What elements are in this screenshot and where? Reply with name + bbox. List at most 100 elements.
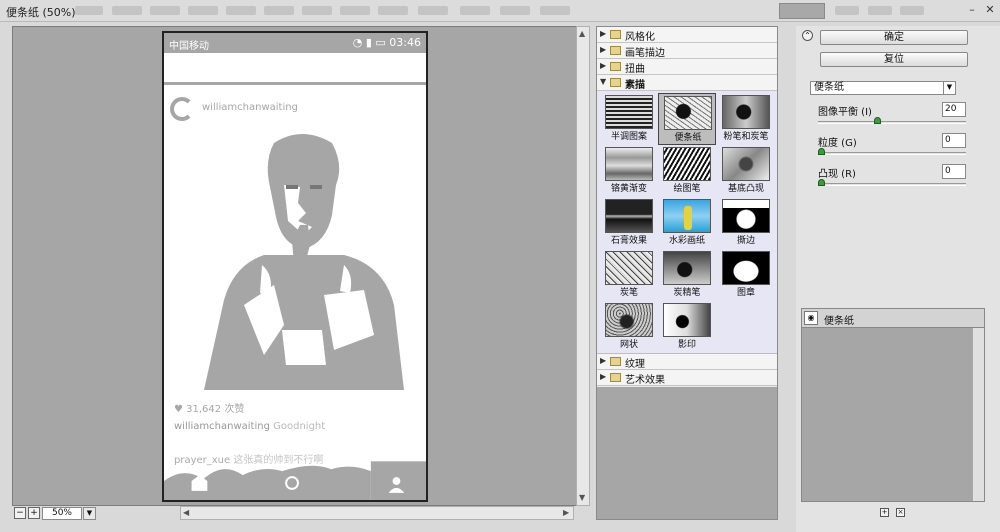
phone-status-bar: 中国移动 ◔ ▮ ▭ 03:46 bbox=[164, 33, 426, 53]
caption-text: Goodnight bbox=[273, 421, 326, 432]
post-caption: williamchanwaiting Goodnight bbox=[174, 421, 325, 432]
filter-charcoal[interactable]: 炭笔 bbox=[600, 249, 658, 301]
filter-torn-edges[interactable]: 撕边 bbox=[717, 197, 775, 249]
minimize-icon[interactable]: – bbox=[964, 2, 980, 18]
image-balance-slider-knob[interactable] bbox=[874, 117, 881, 124]
folder-icon bbox=[610, 46, 621, 55]
filter-thumbnail bbox=[605, 147, 653, 181]
effect-layers-panel: ◉ 便条纸 bbox=[801, 308, 985, 502]
app-top-bar bbox=[164, 53, 426, 85]
folder-icon bbox=[610, 373, 621, 382]
zoom-in-button[interactable]: + bbox=[28, 507, 40, 519]
filter-reticulation[interactable]: 网状 bbox=[600, 301, 658, 353]
filter-thumbnail bbox=[605, 199, 653, 233]
filter-note-paper[interactable]: 便条纸 bbox=[658, 93, 716, 145]
expand-arrow-icon: ▶ bbox=[600, 45, 607, 54]
filter-list-empty-area bbox=[597, 387, 777, 519]
filter-chalk-charcoal[interactable]: 粉笔和炭笔 bbox=[717, 93, 775, 145]
expand-arrow-icon: ▶ bbox=[600, 29, 607, 38]
filter-graphic-pen[interactable]: 绘图笔 bbox=[658, 145, 716, 197]
filter-thumbnail bbox=[663, 147, 711, 181]
preview-horizontal-scrollbar[interactable]: ◀ ▶ bbox=[180, 506, 574, 520]
zoom-dropdown-button[interactable]: ▼ bbox=[83, 507, 96, 520]
phone-preview-image: 中国移动 ◔ ▮ ▭ 03:46 williamchanwaiting ♥ 31… bbox=[162, 31, 428, 502]
scroll-down-icon[interactable]: ▼ bbox=[579, 493, 585, 502]
category-distort[interactable]: ▶ 扭曲 bbox=[597, 59, 777, 75]
expand-arrow-icon: ▶ bbox=[600, 372, 607, 381]
carrier-label: 中国移动 bbox=[169, 41, 209, 52]
category-sketch[interactable]: ▼ 素描 bbox=[597, 75, 777, 91]
phone-bottom-nav bbox=[164, 461, 426, 500]
filter-gallery: ▶ 风格化 ▶ 画笔描边 ▶ 扭曲 ▼ 素描 半调图案 便条纸 粉笔和炭笔 铬黄… bbox=[596, 26, 778, 520]
zoom-value[interactable]: 50% bbox=[42, 507, 82, 520]
filter-water-paper[interactable]: 水彩画纸 bbox=[658, 197, 716, 249]
eye-icon[interactable]: ◉ bbox=[804, 311, 818, 325]
avatar bbox=[170, 97, 194, 121]
expand-arrow-icon: ▶ bbox=[600, 356, 607, 365]
filter-thumbnail bbox=[663, 251, 711, 285]
folder-icon bbox=[610, 62, 621, 71]
param-graininess: 粒度 (G) 0 bbox=[818, 133, 966, 163]
preview-vertical-scrollbar[interactable]: ▲ ▼ bbox=[576, 26, 590, 506]
filter-plaster[interactable]: 石膏效果 bbox=[600, 197, 658, 249]
param-image-balance: 图像平衡 (I) 20 bbox=[818, 102, 966, 132]
layers-scrollbar[interactable] bbox=[972, 328, 984, 501]
chevron-down-icon: ▼ bbox=[943, 81, 955, 95]
signal-icon: ▮ bbox=[365, 36, 372, 49]
category-texture[interactable]: ▶ 纹理 bbox=[597, 354, 777, 370]
image-balance-slider-track[interactable] bbox=[818, 121, 966, 124]
filter-thumbnail bbox=[722, 147, 770, 181]
filter-chrome[interactable]: 铬黄渐变 bbox=[600, 145, 658, 197]
title-toolbar-highlight[interactable] bbox=[779, 3, 825, 19]
filter-thumbnail bbox=[722, 95, 770, 129]
reset-button[interactable]: 复位 bbox=[820, 52, 968, 67]
scroll-left-icon[interactable]: ◀ bbox=[183, 508, 189, 517]
filter-bas-relief[interactable]: 基底凸现 bbox=[717, 145, 775, 197]
param-relief: 凸现 (R) 0 bbox=[818, 164, 966, 194]
delete-effect-layer-icon[interactable]: × bbox=[896, 508, 905, 517]
filter-select[interactable]: 便条纸 ▼ bbox=[810, 81, 956, 95]
collapse-gallery-icon[interactable]: ⌃ bbox=[802, 30, 813, 41]
relief-slider-track[interactable] bbox=[818, 183, 966, 186]
zoom-out-button[interactable]: − bbox=[14, 507, 26, 519]
folder-icon bbox=[610, 357, 621, 366]
window-title: 便条纸 (50%) bbox=[6, 6, 76, 19]
filter-halftone-pattern[interactable]: 半调图案 bbox=[600, 93, 658, 145]
filter-thumbnail bbox=[605, 95, 653, 129]
status-icons: ◔ ▮ ▭ 03:46 bbox=[353, 36, 421, 49]
scroll-up-icon[interactable]: ▲ bbox=[579, 29, 585, 38]
category-brush-strokes[interactable]: ▶ 画笔描边 bbox=[597, 43, 777, 59]
relief-input[interactable]: 0 bbox=[942, 164, 966, 179]
filter-thumbnail bbox=[663, 199, 711, 233]
scroll-right-icon[interactable]: ▶ bbox=[563, 508, 569, 517]
filter-thumbnail bbox=[722, 251, 770, 285]
sketch-filter-grid: 半调图案 便条纸 粉笔和炭笔 铬黄渐变 绘图笔 基底凸现 石膏效果 水彩画纸 撕… bbox=[597, 91, 777, 354]
filter-thumbnail bbox=[663, 303, 711, 337]
filter-conte-crayon[interactable]: 炭精笔 bbox=[658, 249, 716, 301]
close-icon[interactable]: ✕ bbox=[982, 2, 998, 18]
graininess-slider-knob[interactable] bbox=[818, 148, 825, 155]
category-artistic[interactable]: ▶ 艺术效果 bbox=[597, 370, 777, 386]
ok-button[interactable]: 确定 bbox=[820, 30, 968, 45]
image-balance-input[interactable]: 20 bbox=[942, 102, 966, 117]
filter-thumbnail bbox=[605, 303, 653, 337]
filter-stamp[interactable]: 图章 bbox=[717, 249, 775, 301]
new-effect-layer-icon[interactable]: + bbox=[880, 508, 889, 517]
category-stylize[interactable]: ▶ 风格化 bbox=[597, 27, 777, 43]
effect-layer-row[interactable]: ◉ 便条纸 bbox=[802, 309, 984, 328]
window-title-bar: 便条纸 (50%) – ✕ bbox=[0, 0, 1000, 22]
filter-thumbnail bbox=[722, 199, 770, 233]
expand-arrow-icon: ▶ bbox=[600, 61, 607, 70]
post-photo bbox=[204, 125, 404, 390]
filter-thumbnail bbox=[605, 251, 653, 285]
graininess-input[interactable]: 0 bbox=[942, 133, 966, 148]
post-username: williamchanwaiting bbox=[202, 102, 298, 113]
status-time: 03:46 bbox=[389, 36, 421, 49]
relief-slider-knob[interactable] bbox=[818, 179, 825, 186]
folder-icon bbox=[610, 30, 621, 39]
graininess-slider-track[interactable] bbox=[818, 152, 966, 155]
caption-username: williamchanwaiting bbox=[174, 421, 270, 432]
folder-open-icon bbox=[610, 78, 621, 87]
filter-photocopy[interactable]: 影印 bbox=[658, 301, 716, 353]
filter-thumbnail bbox=[664, 96, 712, 130]
